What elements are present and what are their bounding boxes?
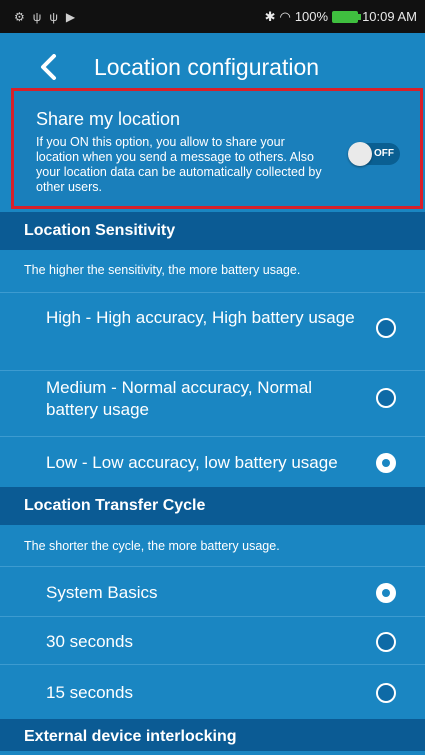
wifi-icon: ◠ — [279, 8, 291, 24]
option-label: 30 seconds — [46, 632, 133, 651]
clock: 10:09 AM — [362, 9, 417, 24]
back-button[interactable] — [24, 43, 72, 91]
battery-percent: 100% — [294, 9, 329, 24]
notification-icon-1: ⚙ — [14, 9, 25, 24]
radio-medium[interactable] — [376, 388, 396, 408]
sensitivity-note: The higher the sensitivity, the more bat… — [24, 263, 301, 277]
share-location-toggle[interactable]: OFF — [348, 142, 400, 166]
radio-15-seconds[interactable] — [376, 683, 396, 703]
radio-system-basics[interactable] — [376, 583, 396, 603]
divider — [0, 292, 425, 293]
section-location-sensitivity: Location Sensitivity — [0, 212, 425, 250]
divider — [0, 370, 425, 371]
notification-icon-3: ψ — [49, 9, 58, 24]
radio-low[interactable] — [376, 453, 396, 473]
transfer-note: The shorter the cycle, the more battery … — [24, 539, 280, 553]
option-label: High - High accuracy, High battery usage — [46, 308, 355, 327]
divider — [0, 436, 425, 437]
back-arrow-icon — [41, 54, 56, 80]
notification-icon-2: ψ — [32, 9, 42, 24]
option-label: Medium - Normal accuracy, Normal battery… — [46, 378, 313, 419]
radio-30-seconds[interactable] — [376, 632, 396, 652]
radio-high[interactable] — [376, 318, 396, 338]
share-location-panel: Share my location If you ON this option,… — [11, 88, 423, 209]
status-icons: ✱ ◠ 100% 10:09 AM — [265, 9, 417, 25]
bluetooth-icon: ✱ — [264, 8, 276, 24]
option-label: Low - Low accuracy, low battery usage — [46, 453, 338, 472]
divider — [0, 664, 425, 665]
status-bar: ⚙ ψ ψ ▶ ✱ ◠ 100% 10:09 AM — [0, 0, 425, 33]
toggle-state-label: OFF — [374, 148, 394, 159]
battery-icon — [332, 10, 362, 23]
section-external-device: External device interlocking — [0, 719, 425, 751]
share-location-description: If you ON this option, you allow to shar… — [36, 135, 322, 194]
notification-icons: ⚙ ψ ψ ▶ — [14, 10, 75, 24]
option-label: System Basics — [46, 583, 158, 602]
notification-icon-4: ▶ — [65, 9, 76, 24]
page-title: Location configuration — [94, 53, 320, 80]
section-location-transfer-cycle: Location Transfer Cycle — [0, 487, 425, 525]
option-label: 15 seconds — [46, 683, 133, 702]
divider — [0, 616, 425, 617]
divider — [0, 566, 425, 567]
toggle-knob — [348, 142, 372, 166]
share-location-title: Share my location — [36, 109, 181, 129]
